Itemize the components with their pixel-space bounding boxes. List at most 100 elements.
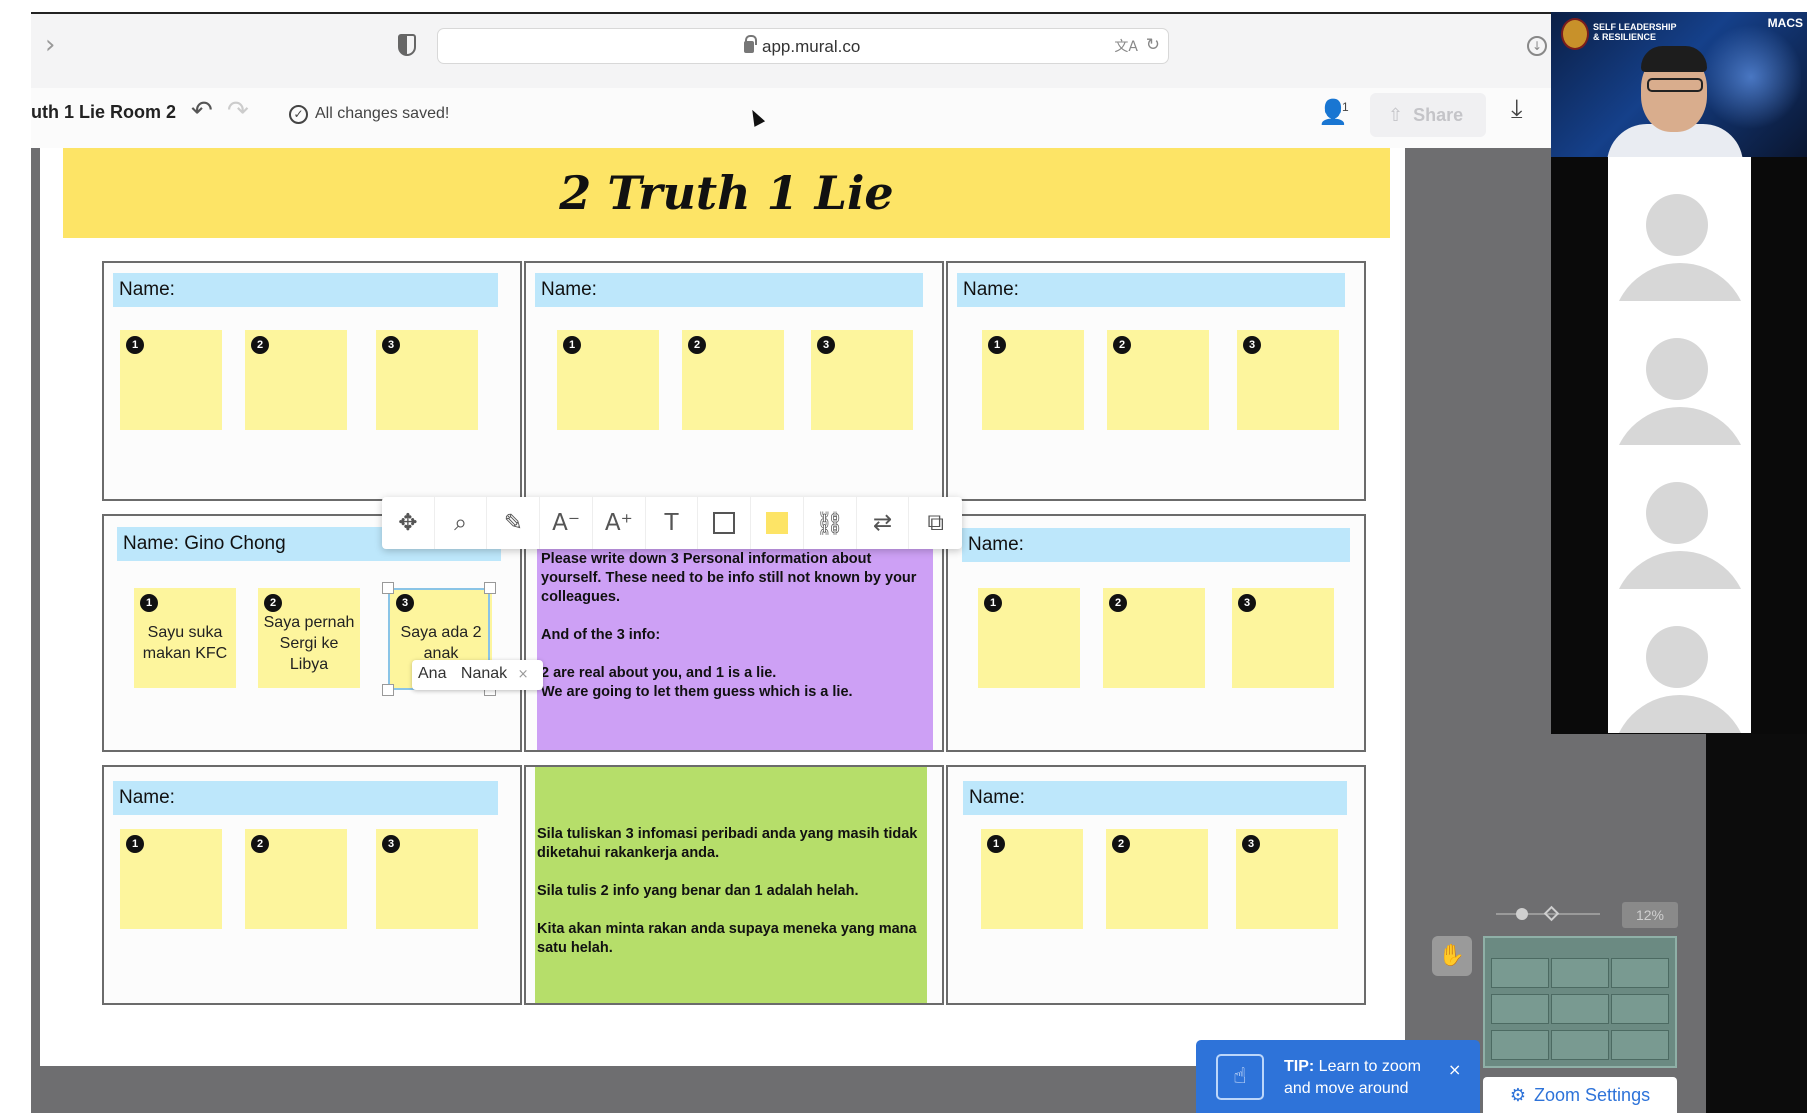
sticky-note[interactable]: 2 — [245, 330, 347, 430]
sticky-note[interactable]: 2 — [245, 829, 347, 929]
reload-icon[interactable]: ↻ — [1146, 35, 1160, 55]
name-field[interactable]: Name: — [113, 273, 498, 307]
minimap-cell — [1491, 994, 1549, 1024]
name-field[interactable]: Name: — [535, 273, 923, 307]
forward-icon[interactable]: › — [45, 30, 55, 60]
zoom-knob[interactable] — [1516, 908, 1528, 920]
participant-tile[interactable] — [1608, 445, 1751, 589]
shield-icon[interactable] — [398, 34, 416, 56]
collaborator-tag[interactable]: Ana Nanak × — [412, 660, 543, 690]
participant-tile[interactable] — [1608, 589, 1751, 733]
save-status: All changes saved! — [315, 105, 450, 122]
sticky-text: Sayu suka makan KFC — [142, 624, 228, 662]
sticky-note[interactable]: 1 — [120, 330, 222, 430]
download-icon[interactable]: ⤓ — [1511, 94, 1523, 125]
sticky-note[interactable]: 3 — [1232, 588, 1334, 688]
downloads-icon[interactable]: ↓ — [1527, 36, 1547, 56]
sticky-note[interactable]: 1 — [978, 588, 1080, 688]
zoom-slider[interactable] — [1496, 902, 1600, 926]
color-swatch-icon[interactable] — [751, 497, 804, 549]
sticky-note[interactable]: 2 Saya pernah Sergi ke Libya — [258, 588, 360, 688]
close-icon[interactable]: × — [1448, 1060, 1461, 1079]
resize-handle[interactable] — [484, 582, 496, 594]
redo-icon[interactable]: ↷ — [227, 96, 249, 126]
sticky-note[interactable]: 3 — [376, 330, 478, 430]
floating-toolbar: ✥ ⌕ ✎ A⁻ A⁺ T ⛓ ⇄ ⧉ — [382, 497, 962, 549]
name-field[interactable]: Name: — [113, 781, 498, 815]
instructions-english-note[interactable]: Please write down 3 Personal information… — [537, 548, 933, 750]
address-bar[interactable]: app.mural.co 文A ↻ — [437, 28, 1169, 64]
minimap-cell — [1551, 1030, 1609, 1060]
avatar-body — [1612, 263, 1748, 301]
name-field[interactable]: Name: — [957, 273, 1345, 307]
tip-banner[interactable]: ☝ TIP: Learn to zoom and move around × — [1196, 1040, 1480, 1113]
number-badge: 1 — [988, 336, 1006, 354]
text-format-icon[interactable]: T — [646, 497, 699, 549]
instructions-ms-line2: Sila tulis 2 info yang benar dan 1 adala… — [537, 883, 859, 899]
speaker-video[interactable]: SELF LEADERSHIP & RESILIENCE MACS — [1551, 12, 1807, 157]
sticky-note[interactable]: 3 — [811, 330, 913, 430]
left-edge — [0, 95, 31, 1113]
minimap-cell — [1611, 1030, 1669, 1060]
title-banner[interactable]: 2 Truth 1 Lie — [63, 148, 1390, 238]
sticky-note[interactable]: 1 Sayu suka makan KFC — [134, 588, 236, 688]
sticky-note[interactable]: 3 — [1237, 330, 1339, 430]
gear-icon: ⚙ — [1509, 1085, 1527, 1106]
sticky-note[interactable]: 1 — [120, 829, 222, 929]
sticky-note[interactable]: 3 — [376, 829, 478, 929]
participant-strip — [1551, 157, 1807, 734]
number-badge: 1 — [126, 336, 144, 354]
user-count: 1 — [1342, 100, 1349, 114]
convert-icon[interactable]: ⧉ — [909, 497, 962, 549]
zoom-settings-button[interactable]: ⚙ Zoom Settings — [1483, 1077, 1677, 1113]
speaker-glasses — [1647, 78, 1703, 92]
video-background — [1701, 22, 1801, 132]
shape-outline-icon[interactable] — [698, 497, 752, 549]
caption-line2: & RESILIENCE — [1593, 32, 1657, 42]
translate-icon[interactable]: 文A — [1114, 36, 1138, 56]
move-icon[interactable]: ✥ — [382, 497, 435, 549]
instructions-ms-line1: Sila tuliskan 3 infomasi peribadi anda y… — [537, 826, 918, 861]
font-decrease-icon[interactable]: A⁻ — [540, 497, 593, 549]
hand-tool-icon[interactable]: ✋ — [1432, 936, 1472, 976]
share-button[interactable]: ⇧ Share — [1370, 93, 1486, 137]
zoom-to-icon[interactable]: ⌕ — [435, 497, 488, 549]
pencil-icon[interactable]: ✎ — [487, 497, 541, 549]
participant-tile[interactable] — [1608, 157, 1751, 301]
name-field[interactable]: Name: — [962, 528, 1350, 562]
avatar-body — [1612, 551, 1748, 589]
name-field[interactable]: Name: — [963, 781, 1347, 815]
sticky-note[interactable]: 2 — [1107, 330, 1209, 430]
close-icon[interactable]: × — [518, 667, 529, 682]
avatar-head — [1646, 338, 1708, 400]
zoom-settings-label: Zoom Settings — [1534, 1085, 1651, 1105]
zoom-percent[interactable]: 12% — [1622, 902, 1678, 928]
sticky-note[interactable]: 3 — [1236, 829, 1338, 929]
mural-title[interactable]: uth 1 Lie Room 2 — [31, 102, 176, 123]
sticky-note[interactable]: 1 — [557, 330, 659, 430]
collaborator-first-name: Ana — [418, 665, 447, 682]
instructions-malay-note[interactable]: Sila tuliskan 3 infomasi peribadi anda y… — [535, 767, 927, 1003]
caption-line1: SELF LEADERSHIP — [1593, 22, 1677, 32]
undo-icon[interactable]: ↶ — [191, 96, 213, 126]
number-badge: 2 — [1113, 336, 1131, 354]
sticky-note[interactable]: 2 — [682, 330, 784, 430]
link-icon[interactable]: ⛓ — [804, 497, 857, 549]
font-increase-icon[interactable]: A⁺ — [593, 497, 646, 549]
sticky-note[interactable]: 2 — [1106, 829, 1208, 929]
avatar-head — [1646, 482, 1708, 544]
sticky-note[interactable]: 2 — [1103, 588, 1205, 688]
tip-label: TIP: — [1284, 1058, 1315, 1075]
minimap[interactable] — [1483, 936, 1677, 1068]
resize-handle[interactable] — [382, 582, 394, 594]
number-badge: 2 — [1112, 835, 1130, 853]
participant-tile[interactable] — [1608, 301, 1751, 445]
number-badge: 2 — [251, 336, 269, 354]
sticky-note[interactable]: 1 — [982, 330, 1084, 430]
swap-icon[interactable]: ⇄ — [857, 497, 910, 549]
instructions-ms-line3: Kita akan minta rakan anda supaya meneka… — [537, 921, 917, 956]
sticky-note[interactable]: 1 — [981, 829, 1083, 929]
speaker-hair — [1641, 46, 1707, 72]
minimap-cell — [1491, 958, 1549, 988]
resize-handle[interactable] — [382, 684, 394, 696]
